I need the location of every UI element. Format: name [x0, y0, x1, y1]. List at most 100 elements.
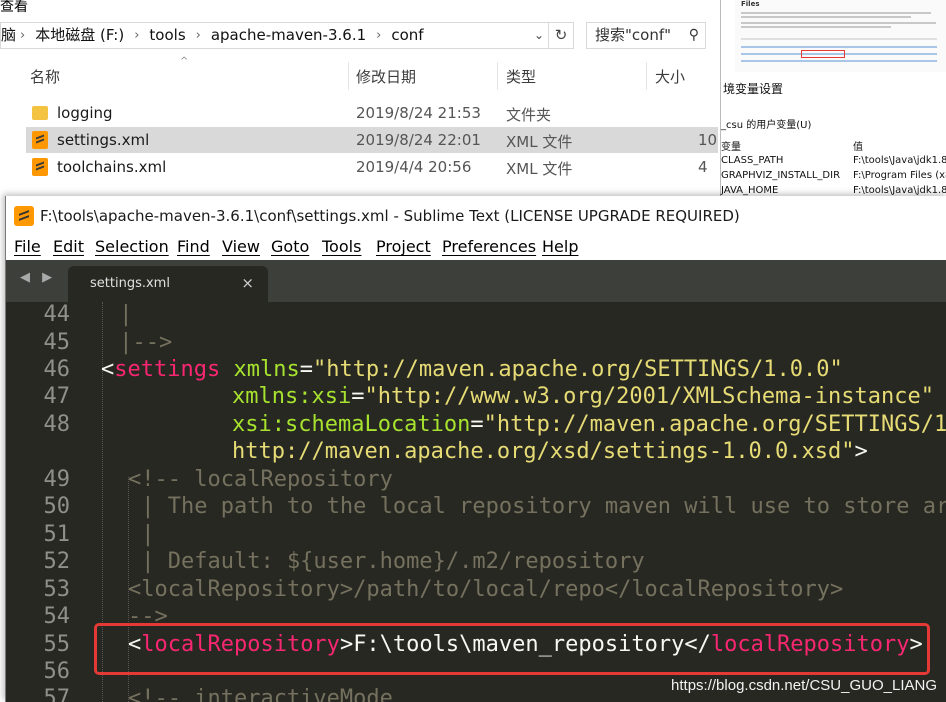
- code-line-47: xmlns:xsi="http://www.w3.org/2001/XMLSch…: [232, 384, 935, 409]
- menu-find[interactable]: Find: [177, 237, 210, 256]
- column-date[interactable]: 修改日期: [356, 66, 416, 87]
- file-row-selected[interactable]: settings.xml 2019/8/24 22:01 XML 文件 10: [26, 127, 718, 153]
- file-name: settings.xml: [57, 131, 150, 149]
- file-type: 文件夹: [506, 106, 552, 124]
- file-size: 4: [698, 158, 708, 176]
- breadcrumb-tools[interactable]: tools: [143, 23, 191, 48]
- code-line-53: <localRepository>/path/to/local/repo</lo…: [128, 577, 844, 602]
- refresh-icon[interactable]: ↻: [548, 23, 573, 48]
- sublime-text-window: F:\tools\apache-maven-3.6.1\conf\setting…: [5, 196, 946, 702]
- tab-nav-arrows-icon[interactable]: ◀ ▶: [20, 270, 56, 285]
- file-date: 2019/8/24 21:53: [356, 104, 481, 122]
- close-icon[interactable]: ×: [241, 274, 254, 292]
- file-explorer-window: 查看 脑 › 本地磁盘 (F:) › tools › apache-maven-3.6.1 ›…: [0, 0, 720, 196]
- user-vars-label: _csu 的用户变量(U): [721, 120, 812, 131]
- breadcrumb-conf[interactable]: conf: [385, 23, 429, 48]
- column-divider[interactable]: [497, 62, 498, 90]
- breadcrumb-maven[interactable]: apache-maven-3.6.1: [205, 23, 372, 48]
- file-size: 10: [698, 131, 718, 149]
- line-number: 56: [43, 659, 71, 684]
- search-icon[interactable]: ⚲: [689, 23, 699, 48]
- menu-project[interactable]: Project: [376, 237, 431, 256]
- background-document-window: Files 境变量设置 _csu 的用户变量(U) 变量 值 CLASS_PAT…: [720, 0, 946, 200]
- line-number: 47: [43, 384, 71, 409]
- line-number: 48: [43, 412, 71, 437]
- file-date: 2019/8/24 22:01: [356, 131, 481, 149]
- code-line-51: |: [128, 522, 155, 547]
- breadcrumb-lead: 脑: [1, 26, 17, 44]
- env-col-val: 值: [853, 142, 863, 153]
- line-number: 46: [43, 357, 71, 382]
- line-number: 51: [43, 522, 71, 547]
- menu-bar: File Edit Selection Find View Goto Tools…: [6, 234, 946, 260]
- code-line-46: <settings xmlns="http://maven.apache.org…: [101, 357, 843, 382]
- code-line-45: |-->: [106, 330, 173, 355]
- breadcrumb-drive[interactable]: 本地磁盘 (F:): [29, 23, 130, 48]
- chevron-down-icon[interactable]: ⌄: [531, 23, 547, 48]
- folder-icon: [32, 106, 48, 120]
- column-size[interactable]: 大小: [655, 66, 685, 87]
- env-val: F:\Program Files (x86: [853, 170, 946, 181]
- tab-bar: ◀ ▶ settings.xml ×: [6, 260, 946, 302]
- column-divider[interactable]: [646, 62, 647, 90]
- explorer-title-fragment: 查看: [0, 0, 28, 15]
- thumbnail-highlight: [801, 50, 845, 58]
- chevron-right-icon: ›: [195, 28, 201, 43]
- column-name[interactable]: 名称: [30, 66, 60, 87]
- chevron-right-icon: ›: [134, 28, 140, 43]
- menu-preferences[interactable]: Preferences: [442, 237, 536, 256]
- column-type[interactable]: 类型: [506, 66, 536, 87]
- menu-tools[interactable]: Tools: [322, 237, 361, 256]
- chevron-right-icon: ›: [376, 28, 382, 43]
- code-editor[interactable]: 44 45 46 47 48 49 50 51 52 53 54 55 56 5…: [6, 302, 946, 702]
- line-number: 45: [43, 330, 71, 355]
- file-name: logging: [57, 104, 113, 122]
- address-bar[interactable]: 脑 › 本地磁盘 (F:) › tools › apache-maven-3.6.1 › con…: [0, 22, 574, 49]
- file-row[interactable]: toolchains.xml 2019/4/4 20:56 XML 文件 4: [26, 154, 718, 180]
- document-thumbnail: Files: [735, 0, 946, 72]
- code-line-57: <!-- interactiveMode: [128, 686, 393, 702]
- tab-settings-xml[interactable]: settings.xml ×: [68, 266, 268, 302]
- env-dialog-title: 境变量设置: [723, 82, 784, 96]
- env-var: JAVA_HOME: [721, 185, 779, 196]
- line-number: 55: [43, 632, 71, 657]
- window-title: F:\tools\apache-maven-3.6.1\conf\setting…: [40, 207, 740, 225]
- file-type: XML 文件: [506, 133, 573, 151]
- sort-up-icon: ^: [180, 56, 189, 67]
- env-val: F:\tools\Java\jdk1.8.0: [853, 155, 946, 166]
- sublime-app-icon: [14, 206, 34, 226]
- code-line-44: |: [106, 302, 133, 327]
- code-line-48: xsi:schemaLocation="http://maven.apache.…: [232, 412, 946, 437]
- watermark-text: https://blog.csdn.net/CSU_GUO_LIANG: [671, 677, 937, 694]
- menu-goto[interactable]: Goto: [271, 237, 309, 256]
- search-placeholder: 搜索"conf": [595, 26, 672, 44]
- line-number: 49: [43, 467, 71, 492]
- highlight-annotation-box: [94, 623, 930, 675]
- menu-edit[interactable]: Edit: [53, 237, 84, 256]
- column-header-row: ^ 名称 修改日期 类型 大小: [0, 56, 720, 92]
- chevron-right-icon: ›: [20, 28, 26, 43]
- menu-file[interactable]: File: [14, 237, 41, 256]
- menu-selection[interactable]: Selection: [95, 237, 169, 256]
- env-col-var: 变量: [721, 142, 741, 153]
- title-bar[interactable]: F:\tools\apache-maven-3.6.1\conf\setting…: [6, 196, 946, 234]
- code-line-50: | The path to the local repository maven…: [128, 494, 946, 519]
- env-val: F:\tools\Java\jdk1.8.0: [853, 185, 946, 196]
- file-name: toolchains.xml: [57, 158, 167, 176]
- tab-label: settings.xml: [90, 276, 170, 291]
- line-number: 50: [43, 494, 71, 519]
- file-type: XML 文件: [506, 160, 573, 178]
- menu-view[interactable]: View: [222, 237, 260, 256]
- sublime-file-icon: [32, 158, 48, 176]
- column-divider[interactable]: [348, 62, 349, 90]
- menu-help[interactable]: Help: [542, 237, 578, 256]
- env-var: CLASS_PATH: [721, 155, 784, 166]
- line-number: 52: [43, 549, 71, 574]
- line-number: 44: [43, 302, 71, 327]
- file-row[interactable]: logging 2019/8/24 21:53 文件夹: [26, 100, 718, 126]
- search-input[interactable]: 搜索"conf" ⚲: [586, 22, 706, 49]
- line-number: 53: [43, 577, 71, 602]
- code-line-49: <!-- localRepository: [128, 467, 393, 492]
- code-line-48-wrap: http://maven.apache.org/xsd/settings-1.0…: [232, 439, 868, 464]
- env-var: GRAPHVIZ_INSTALL_DIR: [721, 170, 841, 181]
